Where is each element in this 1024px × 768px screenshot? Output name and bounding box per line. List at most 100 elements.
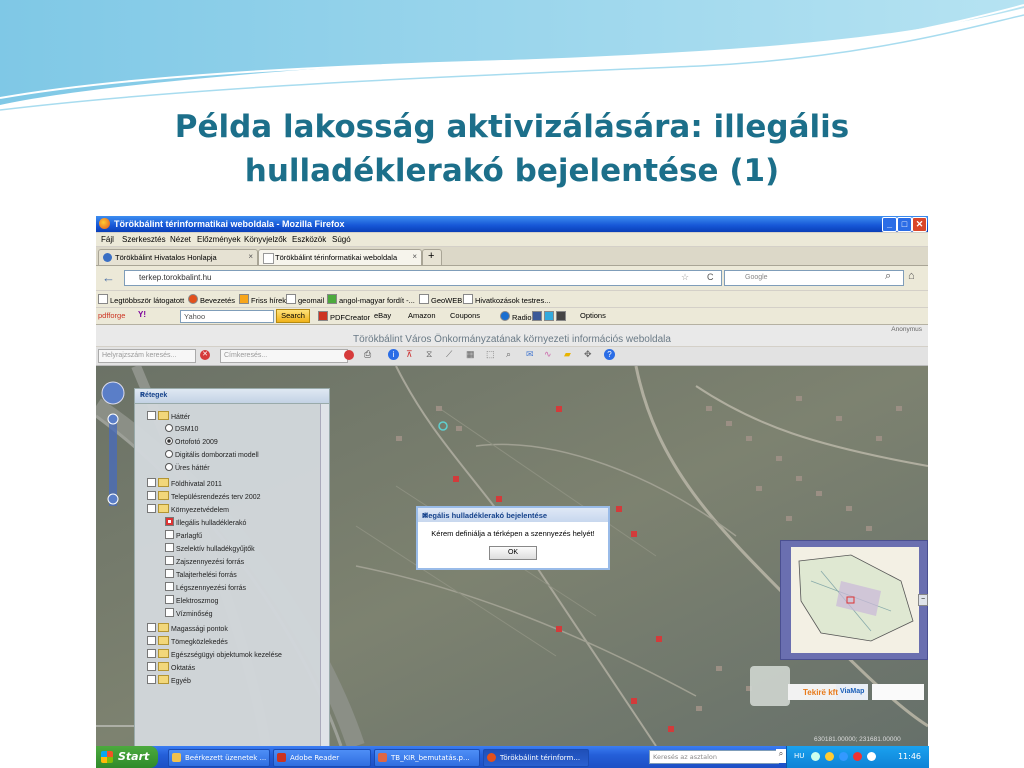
layer-group-foldhivatal[interactable]: Földhivatal 2011	[147, 478, 222, 490]
taskbar-item-inbox[interactable]: Beérkezett üzenetek ...	[168, 749, 270, 767]
layer-group-egeszsegugyi[interactable]: Egészségügyi objektumok kezelése	[147, 649, 282, 661]
user-label[interactable]: Anonymus	[891, 326, 922, 333]
pdf-icon[interactable]: ⊼	[406, 349, 413, 360]
layer-parlagfu[interactable]: Parlagfű	[165, 530, 202, 542]
menu-view[interactable]: Nézet	[170, 235, 191, 244]
layer-group-kornyezetvedelem[interactable]: Környezetvédelem	[147, 504, 229, 516]
ok-button[interactable]: OK	[489, 546, 537, 560]
ebay-button[interactable]: eBay	[374, 311, 391, 320]
taskbar-item-presentation[interactable]: TB_KIR_bemutatás.p...	[374, 749, 480, 767]
print-icon[interactable]: ⎙	[364, 349, 371, 360]
maximize-icon[interactable]: □	[897, 217, 912, 232]
select-icon[interactable]: ⬚	[486, 349, 495, 360]
taskbar-item-adobe-reader[interactable]: Adobe Reader	[273, 749, 371, 767]
bookmark-friss-hirek[interactable]: Friss hírek	[239, 294, 286, 305]
home-icon[interactable]: ⌂	[908, 270, 915, 282]
layer-group-magassagi-pontok[interactable]: Magassági pontok	[147, 623, 228, 635]
clear-icon[interactable]: ✕	[200, 350, 210, 360]
pdfcreator-button[interactable]: PDFCreator	[318, 311, 370, 322]
folder-icon[interactable]: ▰	[564, 349, 571, 360]
tab-torokbalint-honlap[interactable]: Törökbálint Hivatalos Honlapja ×	[98, 249, 258, 265]
help-icon[interactable]: ?	[604, 349, 615, 360]
layer-vizminoseg[interactable]: Vízminőség	[165, 608, 213, 620]
bookmark-bevezetes[interactable]: Bevezetés	[188, 294, 235, 305]
options-button[interactable]: Options	[580, 311, 606, 320]
menu-tools[interactable]: Eszközök	[292, 235, 326, 244]
url-bar[interactable]: terkep.torokbalint.hu ☆ C	[124, 270, 722, 286]
zoom-icon[interactable]: ⌕	[506, 349, 511, 360]
bookmark-most-visited[interactable]: Legtöbbször látogatott	[98, 294, 184, 305]
info-icon[interactable]: i	[388, 349, 399, 360]
layer-dsm10[interactable]: DSM10	[165, 424, 198, 436]
menu-edit[interactable]: Szerkesztés	[122, 235, 166, 244]
parcel-search-input[interactable]: Helyrajzszám keresés...	[98, 349, 196, 363]
mail-icon[interactable]: ✉	[526, 349, 534, 360]
layer-szelektiv-gyujtok[interactable]: Szelektív hulladékgyűjtők	[165, 543, 255, 555]
start-button[interactable]: Start	[96, 746, 158, 768]
layer-elektroszmog[interactable]: Elektroszmog	[165, 595, 218, 607]
menu-help[interactable]: Súgó	[332, 235, 351, 244]
layer-group-telepulesrendezes[interactable]: Településrendezés terv 2002	[147, 491, 261, 503]
collapse-icon[interactable]: «	[140, 390, 325, 399]
amazon-button[interactable]: Amazon	[408, 311, 436, 320]
desktop-search-icon[interactable]: ⌕	[776, 749, 786, 763]
radio-button[interactable]: Radio	[500, 311, 532, 322]
navigation-bar: ← terkep.torokbalint.hu ☆ C Google ⌕ ⌂	[96, 266, 928, 290]
layer-group-tomegkozlekedes[interactable]: Tömegközlekedés	[147, 636, 228, 648]
tray-icon[interactable]	[825, 752, 834, 761]
tray-icon[interactable]	[811, 752, 820, 761]
reload-icon[interactable]: C	[707, 272, 714, 282]
search-icon[interactable]: ⌕	[885, 270, 891, 283]
back-icon[interactable]: ←	[102, 270, 115, 285]
layer-group-egyeb[interactable]: Egyéb	[147, 675, 191, 687]
menu-file[interactable]: Fájl	[101, 235, 114, 244]
tab-close-icon[interactable]: ×	[248, 252, 253, 261]
bookmark-geoweb[interactable]: GeoWEB	[419, 294, 462, 305]
firefox-icon	[99, 218, 110, 229]
star-icon[interactable]: ☆	[681, 272, 689, 283]
clear-address-icon[interactable]	[344, 350, 354, 360]
wave-icon[interactable]: ∿	[544, 349, 552, 360]
new-tab-button[interactable]: +	[422, 249, 442, 265]
minimize-icon[interactable]: _	[882, 217, 897, 232]
layer-group-hatter[interactable]: Háttér	[147, 411, 190, 423]
bookmark-translate[interactable]: angol-magyar fordít -...	[327, 294, 415, 305]
hourglass-icon[interactable]: ⧖	[426, 349, 432, 360]
tray-icon[interactable]	[867, 752, 876, 761]
layer-ures-hatter[interactable]: Üres háttér	[165, 463, 210, 475]
desktop-search-input[interactable]: Keresés az asztalon	[649, 750, 779, 764]
tab-close-icon[interactable]: ×	[412, 252, 417, 261]
bookmark-hivatkozasok[interactable]: Hivatkozások testres...	[463, 294, 550, 305]
layer-legszennyezes[interactable]: Légszennyezési forrás	[165, 582, 246, 594]
layer-group-oktatas[interactable]: Oktatás	[147, 662, 195, 674]
layer-talajterheles[interactable]: Talajterhelési forrás	[165, 569, 237, 581]
layer-illegalis-hulladeklerako[interactable]: Illegális hulladéklerakó	[165, 517, 246, 529]
overview-toggle-icon[interactable]: −	[918, 594, 928, 606]
yahoo-search-input[interactable]: Yahoo	[180, 310, 274, 323]
dialog-close-icon[interactable]: ✕	[422, 511, 605, 520]
tray-icon[interactable]	[853, 752, 862, 761]
layer-ortofoto-2009[interactable]: Ortofotó 2009	[165, 437, 218, 449]
viamap-logo: ViaMap	[840, 688, 865, 695]
layers-scrollbar[interactable]	[320, 404, 329, 746]
yahoo-search-button[interactable]: Search	[276, 309, 310, 323]
grid-icon[interactable]: ▦	[466, 349, 475, 360]
address-search-input[interactable]: Címkeresés...	[220, 349, 348, 363]
social-icons[interactable]	[532, 311, 568, 322]
tab-label: Törökbálint térinformatikai weboldala	[275, 253, 398, 262]
menu-bookmarks[interactable]: Könyvjelzők	[244, 235, 287, 244]
measure-icon[interactable]: ⟋	[446, 349, 452, 360]
overview-map[interactable]	[780, 540, 928, 660]
layer-domborzati-modell[interactable]: Digitális domborzati modell	[165, 450, 259, 462]
layer-zajszennyezes[interactable]: Zajszennyezési forrás	[165, 556, 244, 568]
menu-history[interactable]: Előzmények	[197, 235, 241, 244]
language-indicator[interactable]: HU	[794, 752, 804, 760]
move-icon[interactable]: ✥	[584, 349, 592, 360]
tray-icon[interactable]	[839, 752, 848, 761]
bookmark-geomail[interactable]: geomail	[286, 294, 324, 305]
tab-terinformatikai[interactable]: Törökbálint térinformatikai weboldala ×	[258, 249, 422, 265]
coupons-button[interactable]: Coupons	[450, 311, 480, 320]
search-input[interactable]: Google ⌕	[724, 270, 904, 286]
taskbar-item-firefox[interactable]: Törökbálint térinform...	[483, 749, 589, 767]
close-icon[interactable]: ✕	[912, 217, 927, 232]
